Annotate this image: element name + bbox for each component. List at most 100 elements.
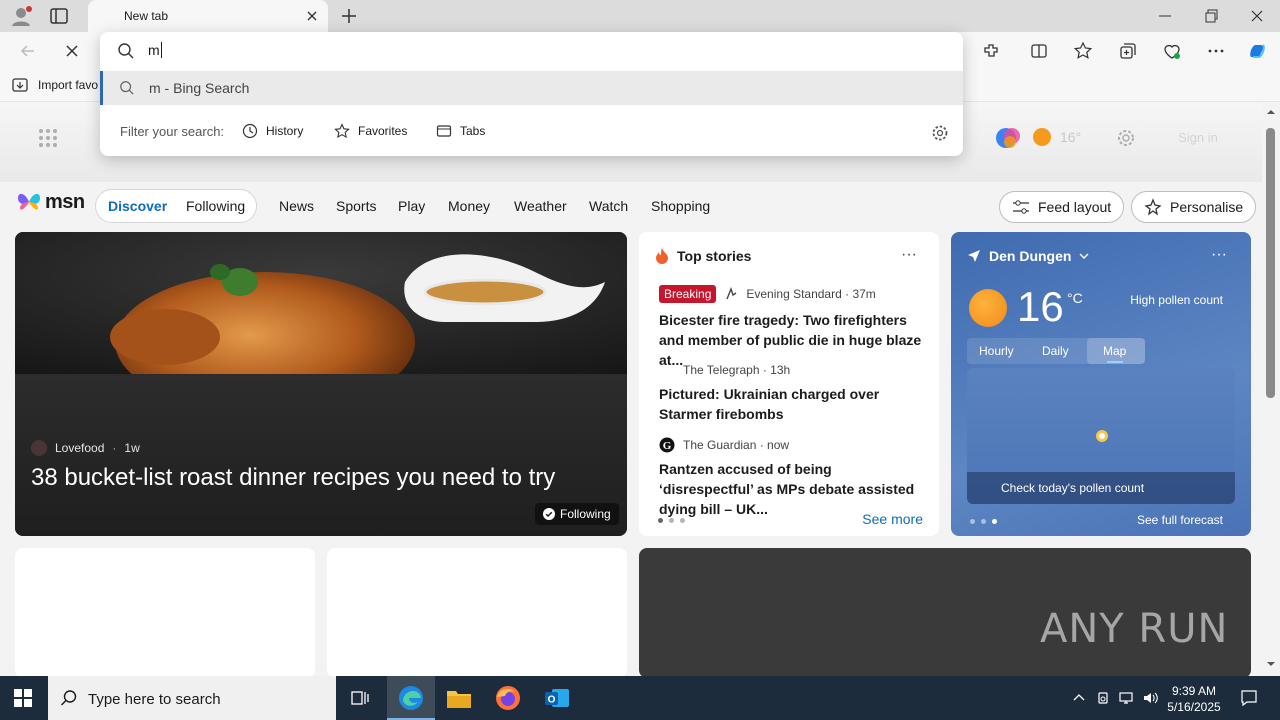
- apps-grid-icon[interactable]: [38, 128, 58, 148]
- taskbar-file-explorer[interactable]: [435, 676, 483, 720]
- more-options-icon[interactable]: [1206, 41, 1226, 61]
- taskbar-search-box[interactable]: Type here to search: [48, 676, 336, 720]
- copilot-logo-icon[interactable]: [994, 124, 1022, 152]
- tab-following[interactable]: Following: [186, 198, 245, 214]
- breaking-badge: Breaking: [659, 285, 717, 303]
- see-more-link[interactable]: See more: [862, 511, 923, 527]
- browser-essentials-icon[interactable]: [1162, 41, 1182, 61]
- story-source: Evening Standard · 37m: [746, 287, 876, 301]
- clock-date: 5/16/2025: [1167, 700, 1221, 714]
- profile-icon[interactable]: [10, 5, 32, 27]
- copilot-icon[interactable]: [1247, 41, 1267, 61]
- network-icon[interactable]: [1118, 690, 1134, 706]
- nav-watch[interactable]: Watch: [589, 198, 628, 214]
- filter-tabs-label: Tabs: [460, 124, 486, 138]
- stop-loading-icon[interactable]: [62, 41, 82, 61]
- hero-source: Lovefood · 1w: [31, 440, 140, 456]
- hero-article-card[interactable]: Lovefood · 1w 38 bucket-list roast dinne…: [15, 232, 627, 536]
- task-view-icon: [351, 691, 369, 705]
- sign-in-button[interactable]: Sign in: [1158, 123, 1238, 153]
- filter-favorites[interactable]: Favorites: [334, 123, 407, 139]
- taskbar-outlook[interactable]: O: [533, 676, 581, 720]
- tab-actions-icon[interactable]: [50, 8, 68, 24]
- favorites-star-icon[interactable]: [1073, 41, 1093, 61]
- nav-play[interactable]: Play: [398, 198, 425, 214]
- notifications-icon[interactable]: [1240, 689, 1258, 707]
- scroll-down-icon[interactable]: [1262, 658, 1280, 670]
- extensions-icon[interactable]: [981, 41, 1001, 61]
- tray-device-icon[interactable]: [1095, 690, 1111, 706]
- close-window-icon[interactable]: [1247, 6, 1267, 26]
- scroll-up-icon[interactable]: [1262, 106, 1280, 118]
- story-title[interactable]: Pictured: Ukrainian charged over Starmer…: [659, 384, 925, 424]
- new-tab-page: 16° Sign in msn Discover Following News …: [0, 102, 1262, 676]
- personalise-button[interactable]: Personalise: [1131, 191, 1257, 223]
- sunny-icon: [969, 289, 1007, 327]
- tab-map[interactable]: Map: [1103, 344, 1126, 358]
- import-icon: [12, 78, 28, 92]
- nav-sports[interactable]: Sports: [336, 198, 376, 214]
- task-view-button[interactable]: [336, 676, 384, 720]
- new-tab-icon[interactable]: [339, 6, 359, 26]
- taskbar-edge[interactable]: [387, 676, 435, 720]
- story-item[interactable]: Breaking Evening Standard · 37m Bicester…: [659, 284, 925, 370]
- windows-start-icon[interactable]: [14, 689, 32, 707]
- guardian-logo-icon: G: [659, 437, 675, 453]
- nav-money[interactable]: Money: [448, 198, 490, 214]
- import-favorites-button[interactable]: Import favo: [12, 77, 98, 93]
- taskbar-clock[interactable]: 9:39 AM 5/16/2025: [1160, 683, 1228, 715]
- close-tab-icon[interactable]: [304, 8, 320, 24]
- scrollbar-thumb[interactable]: [1266, 128, 1275, 398]
- tab-discover[interactable]: Discover: [108, 198, 167, 214]
- split-screen-icon[interactable]: [1029, 41, 1049, 61]
- search-settings-gear-icon[interactable]: [931, 124, 949, 142]
- story-source-row: G The Guardian · now: [659, 435, 925, 455]
- weather-more-icon[interactable]: ···: [1211, 246, 1227, 264]
- filter-label: Filter your search:: [120, 124, 225, 139]
- hero-title[interactable]: 38 bucket-list roast dinner recipes you …: [31, 462, 621, 494]
- filter-tabs[interactable]: Tabs: [436, 123, 485, 139]
- story-item[interactable]: G The Guardian · now Rantzen accused of …: [659, 435, 925, 519]
- tab-hourly[interactable]: Hourly: [979, 344, 1014, 358]
- restore-icon[interactable]: [1201, 6, 1221, 26]
- tab-daily[interactable]: Daily: [1042, 344, 1069, 358]
- pollen-map-caption[interactable]: Check today's pollen count: [967, 472, 1235, 504]
- nav-shopping[interactable]: Shopping: [651, 198, 710, 214]
- page-scrollbar[interactable]: [1262, 102, 1280, 676]
- weather-pager[interactable]: [970, 519, 997, 524]
- stories-pager[interactable]: [658, 518, 685, 523]
- nav-news[interactable]: News: [279, 198, 314, 214]
- page-settings-icon[interactable]: [1116, 128, 1136, 148]
- pollen-map[interactable]: Check today's pollen count: [967, 368, 1235, 504]
- minimize-icon[interactable]: [1155, 6, 1175, 26]
- full-forecast-link[interactable]: See full forecast: [1137, 513, 1223, 527]
- filter-history-label: History: [266, 124, 304, 138]
- feed-card[interactable]: [327, 548, 627, 676]
- story-item[interactable]: The Telegraph · 13h Pictured: Ukrainian …: [659, 360, 925, 424]
- top-stories-title: Top stories: [677, 248, 752, 264]
- top-stories-card: Top stories ··· Breaking Evening Standar…: [639, 232, 939, 536]
- tab-new-tab[interactable]: New tab: [88, 0, 328, 32]
- address-input[interactable]: m: [148, 42, 162, 58]
- taskbar-firefox[interactable]: [484, 676, 532, 720]
- roast-dinner-image: [15, 232, 627, 374]
- top-stories-more-icon[interactable]: ···: [901, 246, 917, 264]
- show-hidden-icons-chevron-icon[interactable]: [1071, 690, 1087, 706]
- search-suggestion[interactable]: m - Bing Search: [100, 71, 963, 105]
- volume-icon[interactable]: [1142, 690, 1158, 706]
- search-icon: [61, 690, 77, 706]
- story-title[interactable]: Rantzen accused of being ‘disrespectful’…: [659, 459, 925, 519]
- msn-logo[interactable]: msn: [16, 190, 85, 214]
- following-chip[interactable]: Following: [535, 503, 619, 525]
- folder-icon: [447, 691, 471, 708]
- nav-weather[interactable]: Weather: [514, 198, 567, 214]
- back-icon[interactable]: [18, 41, 38, 61]
- story-source: The Guardian · now: [683, 438, 790, 452]
- collections-icon[interactable]: [1118, 41, 1138, 61]
- weather-unit[interactable]: °C: [1067, 290, 1083, 306]
- weather-location[interactable]: Den Dungen: [967, 248, 1089, 264]
- feed-card[interactable]: [15, 548, 315, 676]
- filter-history[interactable]: History: [242, 123, 303, 139]
- header-temperature[interactable]: 16°: [1060, 129, 1081, 145]
- feed-layout-button[interactable]: Feed layout: [999, 191, 1125, 223]
